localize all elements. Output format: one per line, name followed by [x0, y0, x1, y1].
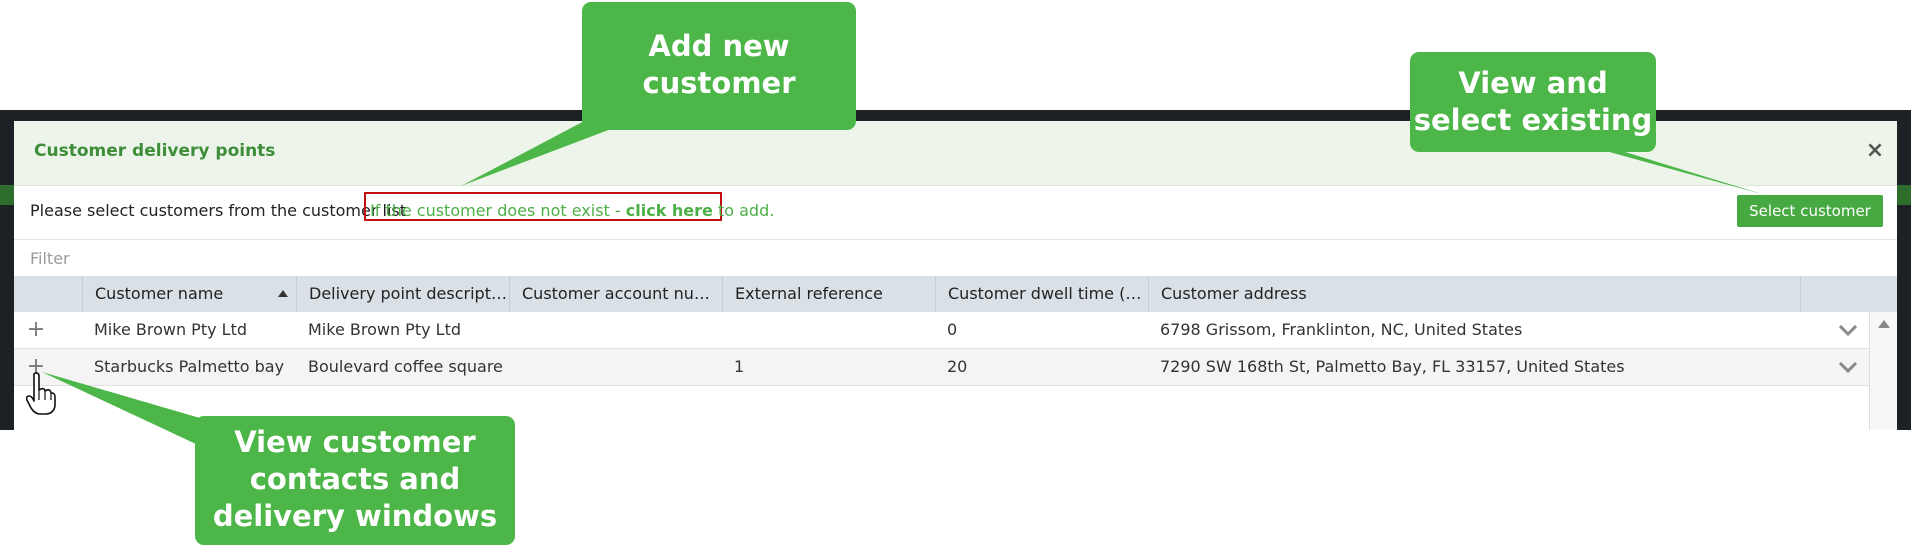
hand-pointer-icon [26, 372, 56, 415]
plus-icon[interactable]: + [26, 312, 46, 348]
sort-ascending-icon[interactable] [278, 290, 288, 297]
instruction-text: Please select customers from the custome… [30, 201, 406, 220]
callout-view-select-existing: View and select existing [1410, 52, 1656, 152]
chevron-down-icon[interactable] [1839, 362, 1857, 373]
add-link-click-here[interactable]: click here [626, 201, 713, 220]
column-header-dwell-time[interactable]: Customer dwell time (mi... [935, 276, 1148, 312]
column-header-delivery-point-description[interactable]: Delivery point description [296, 276, 509, 312]
table-row[interactable]: + Starbucks Palmetto bay Boulevard coffe… [14, 349, 1869, 386]
select-customer-button[interactable]: Select customer [1737, 195, 1883, 227]
cell-delivery-point-description: Mike Brown Pty Ltd [308, 320, 461, 339]
column-header-customer-name[interactable]: Customer name [82, 276, 296, 312]
instruction-bar: Please select customers from the custome… [14, 185, 1897, 240]
filter-input[interactable] [14, 240, 1897, 276]
chevron-down-icon[interactable] [1839, 325, 1857, 336]
dialog-title: Customer delivery points [34, 141, 276, 161]
scroll-up-arrow-icon[interactable] [1878, 320, 1890, 328]
cell-delivery-point-description: Boulevard coffee square [308, 357, 503, 376]
cell-external-reference [722, 312, 935, 348]
add-customer-link[interactable]: If the customer does not exist - click h… [370, 201, 774, 220]
cell-customer-account-number [509, 312, 722, 348]
expand-column-header [14, 276, 82, 312]
callout-view-customer-contacts: View customer contacts and delivery wind… [195, 416, 515, 545]
cell-customer-address: 6798 Grissom, Franklinton, NC, United St… [1160, 320, 1523, 339]
cell-customer-name: Starbucks Palmetto bay [94, 357, 285, 376]
annotated-screenshot: Customer delivery points × Please select… [0, 0, 1911, 547]
grid-header: Customer name Delivery point description… [14, 276, 1897, 312]
table-row[interactable]: + Mike Brown Pty Ltd Mike Brown Pty Ltd … [14, 312, 1869, 349]
cell-external-reference: 1 [734, 357, 745, 376]
grid-scrollbar[interactable] [1869, 312, 1897, 430]
actions-column-header [1800, 276, 1869, 312]
cell-customer-account-number [509, 349, 722, 385]
cell-customer-name: Mike Brown Pty Ltd [94, 320, 247, 339]
column-header-customer-address[interactable]: Customer address [1148, 276, 1800, 312]
column-label: Customer name [95, 284, 224, 303]
cell-customer-address: 7290 SW 168th St, Palmetto Bay, FL 33157… [1160, 357, 1625, 376]
customer-delivery-points-dialog: Customer delivery points × Please select… [14, 121, 1897, 430]
cell-dwell-time: 0 [947, 320, 958, 339]
backdrop-green-strip-left [0, 185, 14, 205]
callout-add-new-customer: Add new customer [582, 2, 856, 130]
column-header-external-reference[interactable]: External reference [722, 276, 935, 312]
column-header-customer-account-number[interactable]: Customer account num... [509, 276, 722, 312]
add-link-suffix: to add. [712, 201, 775, 220]
cell-dwell-time: 20 [947, 357, 968, 376]
add-link-prefix: If the customer does not exist - [370, 201, 626, 220]
close-icon[interactable]: × [1864, 137, 1886, 165]
